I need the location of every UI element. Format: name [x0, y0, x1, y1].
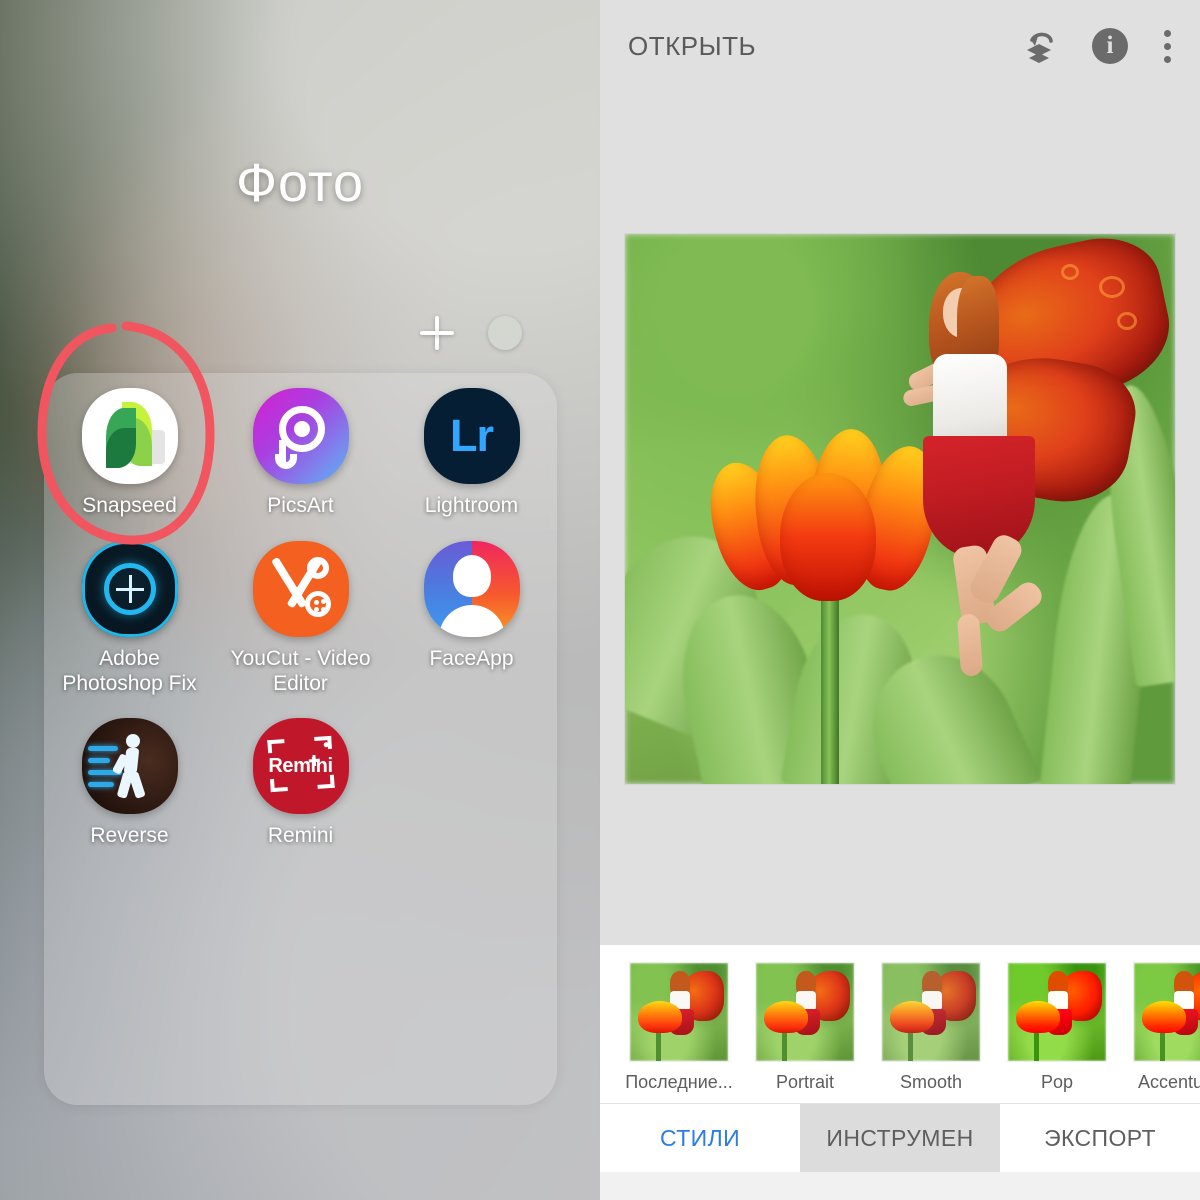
editor-tabs: СТИЛИ ИНСТРУМЕН ЭКСПОРТ [600, 1103, 1200, 1172]
fairy-figure [861, 234, 1175, 726]
app-label: FaceApp [429, 646, 514, 670]
app-label: Snapseed [82, 494, 177, 517]
lightroom-glyph: Lr [450, 410, 494, 461]
undo-stack-icon[interactable] [1020, 27, 1058, 65]
picsart-icon[interactable] [252, 388, 349, 484]
filter-item[interactable]: Portrait [756, 945, 854, 1093]
app-item-faceapp[interactable]: FaceApp [386, 540, 557, 697]
app-item-remini[interactable]: Remini Remini [215, 718, 386, 849]
filter-label: Smooth [899, 1072, 963, 1092]
filter-item[interactable]: Accentuate [1134, 945, 1200, 1093]
app-label: Reverse [90, 824, 169, 848]
screenshot-root: Фото Snapseed PicsArt Lr Lightroom Adobe… [0, 0, 1200, 1200]
tab-export[interactable]: ЭКСПОРТ [1000, 1104, 1200, 1172]
app-item-snapseed[interactable]: Snapseed [44, 388, 215, 519]
app-item-picsart[interactable]: PicsArt [215, 388, 386, 519]
editor-canvas [600, 92, 1200, 945]
app-label: Adobe Photoshop Fix [62, 646, 197, 695]
system-navigation-bar [600, 1172, 1200, 1200]
snapseed-editor-pane: ОТКРЫТЬ i Последние... Portrait Smooth P… [600, 0, 1200, 1200]
android-home-folder-pane: Фото Snapseed PicsArt Lr Lightroom Adobe… [0, 0, 600, 1200]
app-grid: Snapseed PicsArt Lr Lightroom Adobe Phot… [44, 388, 557, 849]
faceapp-icon[interactable] [423, 540, 520, 637]
app-item-reverse[interactable]: Reverse [44, 718, 215, 849]
open-button[interactable]: ОТКРЫТЬ [628, 31, 756, 62]
app-label: Remini [267, 824, 334, 848]
app-label: YouCut - Video Editor [230, 646, 371, 695]
filter-thumbnail[interactable] [630, 963, 728, 1061]
circle-dot-icon[interactable] [488, 316, 522, 350]
tab-styles[interactable]: СТИЛИ [600, 1104, 800, 1172]
tab-tools[interactable]: ИНСТРУМЕН [800, 1104, 1000, 1172]
info-icon[interactable]: i [1092, 28, 1128, 64]
folder-title: Фото [235, 153, 365, 213]
app-item-lightroom[interactable]: Lr Lightroom [386, 388, 557, 519]
filter-item[interactable]: Последние... [625, 945, 733, 1093]
editor-toolbar: ОТКРЫТЬ i [600, 0, 1200, 92]
edited-photo[interactable] [625, 234, 1175, 784]
more-vertical-icon[interactable] [1162, 29, 1172, 63]
app-label: PicsArt [267, 494, 334, 517]
filter-strip[interactable]: Последние... Portrait Smooth Pop Accentu [600, 945, 1200, 1103]
filter-label: Accentuate [1137, 1072, 1200, 1092]
lightroom-icon[interactable]: Lr [423, 388, 520, 484]
filter-label: Pop [1040, 1072, 1074, 1092]
filter-thumbnail[interactable] [756, 963, 854, 1061]
snapseed-icon[interactable] [81, 388, 178, 484]
app-label: Lightroom [424, 494, 519, 517]
filter-label: Portrait [775, 1072, 835, 1092]
photoshop-fix-icon[interactable] [81, 540, 178, 637]
filter-label: Последние... [625, 1072, 733, 1092]
remini-icon[interactable]: Remini [252, 718, 349, 815]
filter-thumbnail[interactable] [882, 963, 980, 1061]
filter-item[interactable]: Pop [1008, 945, 1106, 1093]
app-item-youcut[interactable]: YouCut - Video Editor [215, 540, 386, 697]
reverse-icon[interactable] [81, 718, 178, 815]
remini-glyph: Remini [268, 754, 333, 777]
folder-actions [414, 310, 522, 356]
filter-thumbnail[interactable] [1008, 963, 1106, 1061]
youcut-icon[interactable] [252, 540, 349, 637]
app-item-photoshop-fix[interactable]: Adobe Photoshop Fix [44, 540, 215, 697]
plus-icon[interactable] [414, 310, 460, 356]
filter-item[interactable]: Smooth [882, 945, 980, 1093]
filter-thumbnail[interactable] [1134, 963, 1200, 1061]
toolbar-actions: i [1020, 27, 1172, 65]
